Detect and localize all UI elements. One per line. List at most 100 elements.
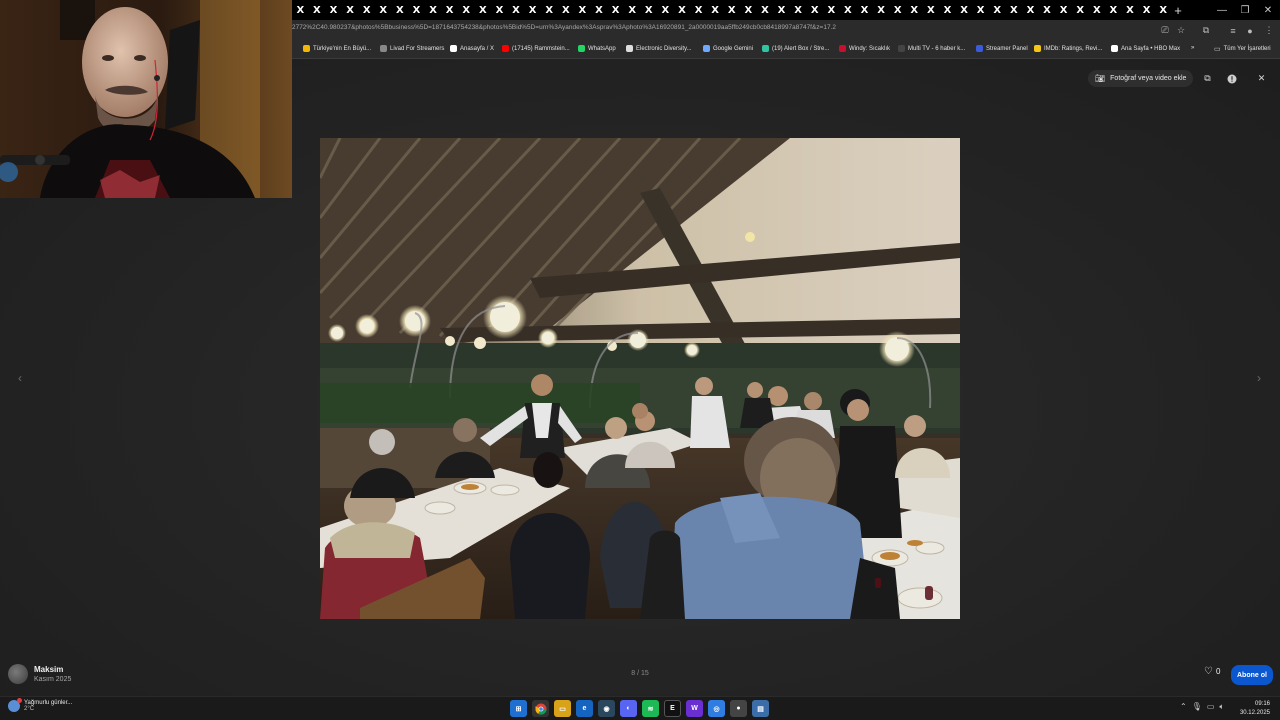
photo-author[interactable]: Maksim Kasım 2025: [8, 664, 71, 684]
browser-tab[interactable]: X: [906, 0, 923, 20]
file-explorer-icon[interactable]: ▭: [554, 700, 571, 717]
browser-tab[interactable]: X: [1122, 0, 1139, 20]
discord-icon[interactable]: ◐: [620, 700, 637, 717]
add-photo-video-button[interactable]: 📷︎ Fotoğraf veya video ekle: [1088, 70, 1194, 87]
steam-icon[interactable]: ◉: [598, 700, 615, 717]
bookmark-item[interactable]: (17145) Rammstein...: [502, 45, 570, 52]
edge-icon[interactable]: e: [576, 700, 593, 717]
browser-tab[interactable]: X: [1006, 0, 1023, 20]
maximize-button[interactable]: ❐: [1233, 0, 1257, 20]
bookmark-item[interactable]: Livad For Streamers: [380, 45, 444, 52]
next-photo-button[interactable]: ›: [1253, 370, 1265, 386]
browser-tab[interactable]: X: [1022, 0, 1039, 20]
browser-tab[interactable]: X: [408, 0, 425, 20]
browser-tab[interactable]: X: [541, 0, 558, 20]
browser-tab[interactable]: X: [773, 0, 790, 20]
microphone-icon[interactable]: 🎙︎: [1192, 702, 1202, 712]
browser-tab[interactable]: X: [309, 0, 326, 20]
close-window-button[interactable]: ✕: [1256, 0, 1280, 20]
bookmark-item[interactable]: Multi TV - 6 haber k...: [898, 45, 965, 52]
browser-tab[interactable]: X: [889, 0, 906, 20]
bookmarks-overflow-button[interactable]: »: [1191, 45, 1194, 51]
browser-tab[interactable]: X: [707, 0, 724, 20]
bookmark-item[interactable]: (19) Alert Box / Stre...: [762, 45, 829, 52]
browser-tab[interactable]: X: [342, 0, 359, 20]
install-app-icon[interactable]: ⎚: [1158, 24, 1172, 37]
spotify-icon[interactable]: ≋: [642, 700, 659, 717]
browser-tab[interactable]: X: [425, 0, 442, 20]
browser-tab[interactable]: X: [1155, 0, 1172, 20]
browser-tab[interactable]: X: [475, 0, 492, 20]
previous-photo-button[interactable]: ‹: [14, 370, 26, 386]
subscribe-button[interactable]: Abone ol: [1231, 665, 1273, 685]
volume-icon[interactable]: 🔈︎: [1219, 702, 1224, 712]
browser-tab[interactable]: X: [840, 0, 857, 20]
twitch-tool-icon[interactable]: W: [686, 700, 703, 717]
open-external-icon[interactable]: ⧉: [1199, 70, 1216, 87]
browser-tab[interactable]: X: [375, 0, 392, 20]
browser-tab[interactable]: X: [939, 0, 956, 20]
taskbar-clock[interactable]: 09:16 30.12.2025: [1240, 700, 1270, 718]
browser-tab[interactable]: X: [607, 0, 624, 20]
obs-icon[interactable]: ●: [730, 700, 747, 717]
browser-tab[interactable]: X: [1105, 0, 1122, 20]
epic-games-icon[interactable]: E: [664, 700, 681, 717]
browser-tab[interactable]: X: [508, 0, 525, 20]
bookmark-item[interactable]: Windy: Sıcaklık: [839, 45, 890, 52]
browser-tab[interactable]: X: [441, 0, 458, 20]
browser-tab[interactable]: X: [458, 0, 475, 20]
browser-tab[interactable]: X: [1072, 0, 1089, 20]
bookmark-item[interactable]: Anasayfa / X: [450, 45, 494, 52]
browser-tab[interactable]: X: [1138, 0, 1155, 20]
bookmark-item[interactable]: Streamer Panel: [976, 45, 1028, 52]
profile-icon[interactable]: ●: [1243, 24, 1257, 37]
browser-tab[interactable]: X: [358, 0, 375, 20]
browser-tab[interactable]: X: [640, 0, 657, 20]
browser-tab[interactable]: X: [325, 0, 342, 20]
browser-tab[interactable]: X: [757, 0, 774, 20]
chrome-icon[interactable]: [532, 700, 549, 717]
bookmark-star-icon[interactable]: ☆: [1174, 24, 1188, 37]
browser-menu-icon[interactable]: ⋮: [1262, 24, 1276, 37]
browser-tab[interactable]: X: [1089, 0, 1106, 20]
weather-widget[interactable]: Yağmurlu günler... 2°C: [8, 698, 72, 712]
browser-tab[interactable]: X: [723, 0, 740, 20]
calculator-icon[interactable]: ▤: [752, 700, 769, 717]
browser-tab[interactable]: X: [690, 0, 707, 20]
bookmark-item[interactable]: WhatsApp: [578, 45, 616, 52]
browser-tab[interactable]: X: [740, 0, 757, 20]
media-control-icon[interactable]: ≡: [1226, 24, 1240, 37]
browser-tab[interactable]: X: [790, 0, 807, 20]
browser-tab[interactable]: X: [574, 0, 591, 20]
bookmark-item[interactable]: Ana Sayfa • HBO Max: [1111, 45, 1180, 52]
like-button[interactable]: ♡ 0: [1204, 666, 1220, 677]
browser-tab[interactable]: X: [657, 0, 674, 20]
report-icon[interactable]: [1223, 70, 1240, 87]
browser-tab[interactable]: X: [674, 0, 691, 20]
bookmark-item[interactable]: Google Gemini: [703, 45, 753, 52]
browser-tab[interactable]: X: [524, 0, 541, 20]
close-viewer-button[interactable]: ✕: [1253, 70, 1270, 87]
browser-tab[interactable]: X: [491, 0, 508, 20]
minimize-button[interactable]: —: [1210, 0, 1234, 20]
new-tab-button[interactable]: +: [1170, 0, 1186, 20]
browser-tab[interactable]: X: [591, 0, 608, 20]
browser-tab[interactable]: X: [923, 0, 940, 20]
browser-tab[interactable]: X: [806, 0, 823, 20]
browser-app-icon[interactable]: ◎: [708, 700, 725, 717]
bookmark-item[interactable]: Electronic Diversity...: [626, 45, 692, 52]
all-bookmarks-folder[interactable]: ▭ Tüm Yer İşaretleri: [1214, 45, 1271, 53]
url-field[interactable]: 2772%2C40.980237&photos%5Bbusiness%5D=18…: [292, 24, 836, 31]
browser-tab[interactable]: X: [292, 0, 309, 20]
browser-tab[interactable]: X: [558, 0, 575, 20]
browser-tab[interactable]: X: [972, 0, 989, 20]
bookmark-item[interactable]: IMDb: Ratings, Revi...: [1034, 45, 1102, 52]
browser-tab[interactable]: X: [823, 0, 840, 20]
browser-tab[interactable]: X: [1039, 0, 1056, 20]
tray-overflow-icon[interactable]: ⌃: [1180, 702, 1187, 712]
browser-tab[interactable]: X: [873, 0, 890, 20]
browser-tab[interactable]: X: [624, 0, 641, 20]
network-icon[interactable]: ▭: [1207, 702, 1215, 712]
browser-tab[interactable]: X: [392, 0, 409, 20]
browser-tab[interactable]: X: [956, 0, 973, 20]
